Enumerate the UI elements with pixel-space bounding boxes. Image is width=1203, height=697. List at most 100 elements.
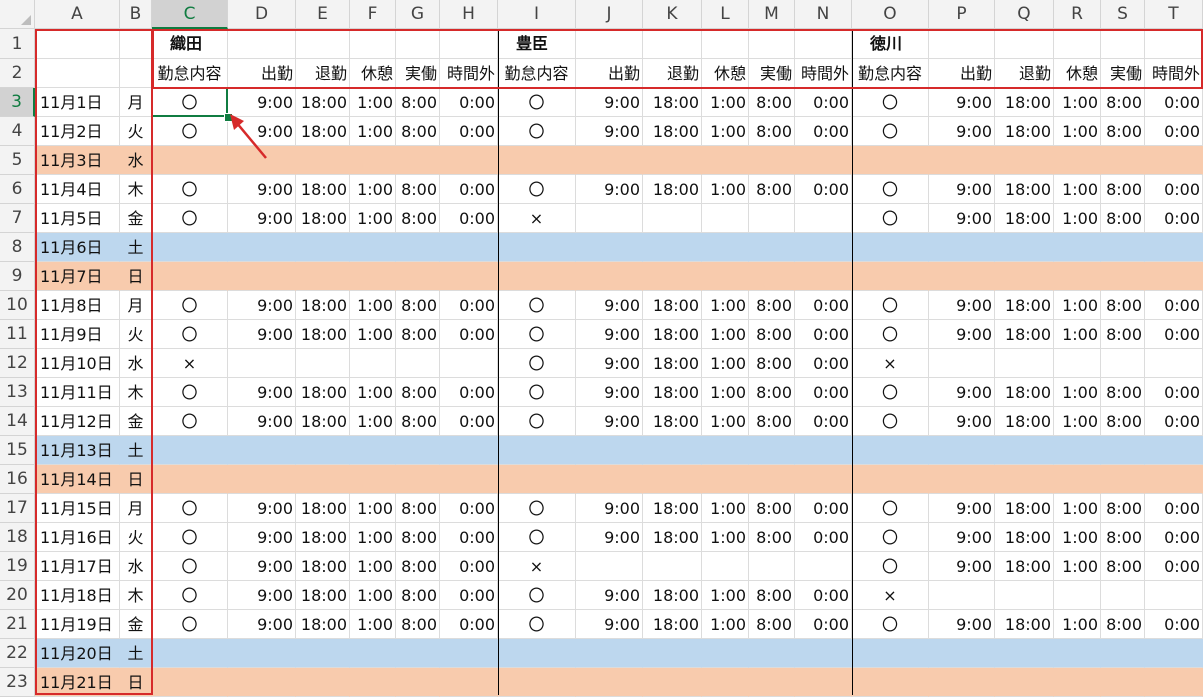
cell-p9[interactable] (929, 262, 995, 291)
row-header-17[interactable]: 17 (0, 494, 35, 523)
cell-b9[interactable]: 日 (120, 262, 152, 291)
cell-p8[interactable] (929, 233, 995, 262)
cell-e9[interactable] (296, 262, 350, 291)
cell-p11[interactable]: 9:00 (929, 320, 995, 349)
cell-f3[interactable]: 1:00 (350, 88, 396, 117)
cell-e16[interactable] (296, 465, 350, 494)
cell-j21[interactable]: 9:00 (576, 610, 643, 639)
column-header-g[interactable]: G (396, 0, 440, 29)
cell-q20[interactable] (995, 581, 1054, 610)
cell-b11[interactable]: 火 (120, 320, 152, 349)
column-header-k[interactable]: K (643, 0, 702, 29)
cell-h8[interactable] (440, 233, 498, 262)
cell-g16[interactable] (396, 465, 440, 494)
cell-q11[interactable]: 18:00 (995, 320, 1054, 349)
cell-j13[interactable]: 9:00 (576, 378, 643, 407)
cell-e5[interactable] (296, 146, 350, 175)
cell-q19[interactable]: 18:00 (995, 552, 1054, 581)
cell-a6[interactable]: 11月4日 (35, 175, 120, 204)
cell-m20[interactable]: 8:00 (749, 581, 795, 610)
cell-c22[interactable] (152, 639, 228, 668)
cell-n7[interactable] (795, 204, 852, 233)
cell-e14[interactable]: 18:00 (296, 407, 350, 436)
cell-d11[interactable]: 9:00 (228, 320, 296, 349)
cell-a5[interactable]: 11月3日 (35, 146, 120, 175)
cell-m2[interactable]: 実働 (749, 59, 795, 88)
cell-s15[interactable] (1101, 436, 1145, 465)
cell-a20[interactable]: 11月18日 (35, 581, 120, 610)
cell-k15[interactable] (643, 436, 702, 465)
cell-t17[interactable]: 0:00 (1145, 494, 1203, 523)
cell-k18[interactable]: 18:00 (643, 523, 702, 552)
cell-i16[interactable] (498, 465, 576, 494)
cell-c14[interactable]: 〇 (152, 407, 228, 436)
cell-d2[interactable]: 出勤 (228, 59, 296, 88)
cell-c5[interactable] (152, 146, 228, 175)
cell-a1[interactable] (35, 29, 120, 59)
cell-b18[interactable]: 火 (120, 523, 152, 552)
cell-m3[interactable]: 8:00 (749, 88, 795, 117)
cell-r18[interactable]: 1:00 (1054, 523, 1101, 552)
cell-s12[interactable] (1101, 349, 1145, 378)
cell-s14[interactable]: 8:00 (1101, 407, 1145, 436)
cell-n13[interactable]: 0:00 (795, 378, 852, 407)
cell-a8[interactable]: 11月6日 (35, 233, 120, 262)
cell-e11[interactable]: 18:00 (296, 320, 350, 349)
cell-k3[interactable]: 18:00 (643, 88, 702, 117)
cell-t23[interactable] (1145, 668, 1203, 697)
cell-p19[interactable]: 9:00 (929, 552, 995, 581)
cell-r20[interactable] (1054, 581, 1101, 610)
cell-l19[interactable] (702, 552, 749, 581)
cell-r9[interactable] (1054, 262, 1101, 291)
cell-d13[interactable]: 9:00 (228, 378, 296, 407)
cell-n8[interactable] (795, 233, 852, 262)
cell-s23[interactable] (1101, 668, 1145, 697)
cell-d23[interactable] (228, 668, 296, 697)
cell-q15[interactable] (995, 436, 1054, 465)
cell-l1[interactable] (702, 29, 749, 59)
cell-f20[interactable]: 1:00 (350, 581, 396, 610)
cell-n11[interactable]: 0:00 (795, 320, 852, 349)
cell-s13[interactable]: 8:00 (1101, 378, 1145, 407)
cell-d14[interactable]: 9:00 (228, 407, 296, 436)
cell-a21[interactable]: 11月19日 (35, 610, 120, 639)
cell-g18[interactable]: 8:00 (396, 523, 440, 552)
cell-f6[interactable]: 1:00 (350, 175, 396, 204)
row-header-6[interactable]: 6 (0, 175, 35, 204)
cell-h23[interactable] (440, 668, 498, 697)
cell-g4[interactable]: 8:00 (396, 117, 440, 146)
cell-c17[interactable]: 〇 (152, 494, 228, 523)
cell-r17[interactable]: 1:00 (1054, 494, 1101, 523)
cell-o20[interactable]: × (852, 581, 929, 610)
cell-j6[interactable]: 9:00 (576, 175, 643, 204)
cell-h5[interactable] (440, 146, 498, 175)
cell-t14[interactable]: 0:00 (1145, 407, 1203, 436)
cell-l14[interactable]: 1:00 (702, 407, 749, 436)
cell-g23[interactable] (396, 668, 440, 697)
cell-k5[interactable] (643, 146, 702, 175)
cell-r8[interactable] (1054, 233, 1101, 262)
column-header-b[interactable]: B (120, 0, 152, 29)
cell-b1[interactable] (120, 29, 152, 59)
cell-f21[interactable]: 1:00 (350, 610, 396, 639)
cell-h17[interactable]: 0:00 (440, 494, 498, 523)
cell-o4[interactable]: 〇 (852, 117, 929, 146)
cell-t6[interactable]: 0:00 (1145, 175, 1203, 204)
cell-i2[interactable]: 勤怠内容 (498, 59, 576, 88)
cell-r7[interactable]: 1:00 (1054, 204, 1101, 233)
column-header-m[interactable]: M (749, 0, 795, 29)
cell-o21[interactable]: 〇 (852, 610, 929, 639)
cell-p7[interactable]: 9:00 (929, 204, 995, 233)
column-header-e[interactable]: E (296, 0, 350, 29)
cell-a12[interactable]: 11月10日 (35, 349, 120, 378)
cell-k21[interactable]: 18:00 (643, 610, 702, 639)
select-all-button[interactable] (0, 0, 35, 29)
cell-p21[interactable]: 9:00 (929, 610, 995, 639)
cell-r3[interactable]: 1:00 (1054, 88, 1101, 117)
cell-q12[interactable] (995, 349, 1054, 378)
cell-d18[interactable]: 9:00 (228, 523, 296, 552)
cell-p15[interactable] (929, 436, 995, 465)
cell-h14[interactable]: 0:00 (440, 407, 498, 436)
cell-h16[interactable] (440, 465, 498, 494)
cell-f16[interactable] (350, 465, 396, 494)
